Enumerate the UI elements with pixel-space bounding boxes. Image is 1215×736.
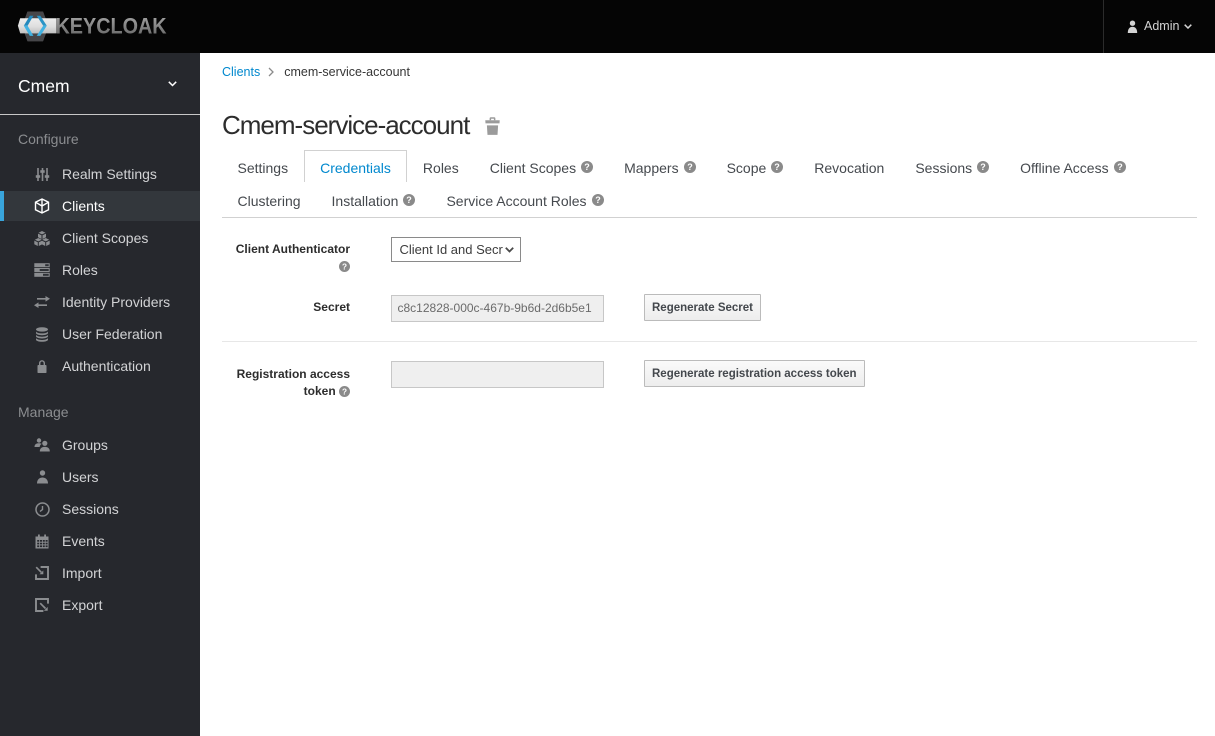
svg-text:?: ?: [1117, 162, 1123, 172]
svg-text:?: ?: [980, 162, 986, 172]
svg-text:?: ?: [342, 262, 347, 271]
svg-text:?: ?: [687, 162, 693, 172]
svg-text:?: ?: [584, 162, 590, 172]
svg-text:?: ?: [407, 195, 413, 205]
svg-text:?: ?: [775, 162, 781, 172]
svg-text:KEYCLOAK: KEYCLOAK: [56, 15, 168, 39]
svg-text:?: ?: [342, 387, 347, 396]
svg-text:?: ?: [595, 195, 601, 205]
